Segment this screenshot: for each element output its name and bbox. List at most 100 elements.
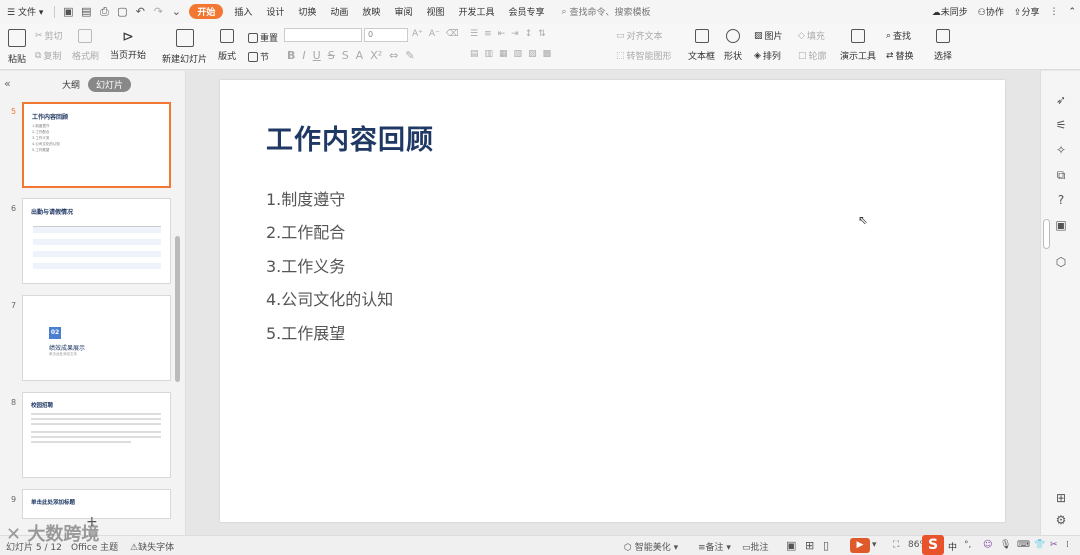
clear-format-icon[interactable]: ⌫ (446, 29, 459, 39)
animation-icon[interactable]: ✧ (1054, 143, 1068, 157)
share-button[interactable]: ⇪分享 (1014, 5, 1040, 18)
slide-list-item[interactable]: 3.工作义务 (266, 253, 345, 277)
slide[interactable]: 工作内容回顾 1.制度遵守 2.工作配合 3.工作义务 4.公司文化的认知 5.… (220, 80, 1005, 522)
outline-button[interactable]: □ 轮廓 (798, 49, 827, 63)
new-slide-button[interactable]: 新建幻灯片 (162, 29, 207, 65)
tab-transition[interactable]: 切换 (291, 5, 323, 18)
fit-window-icon[interactable]: ⛶ (893, 540, 899, 550)
font-name-input[interactable] (284, 28, 362, 42)
collab-button[interactable]: ⚇协作 (978, 5, 1004, 18)
superscript-icon[interactable]: X² (370, 49, 382, 62)
redo-icon[interactable]: ↷ (151, 5, 165, 19)
shape-button[interactable]: 形状 (724, 29, 742, 62)
fill-button[interactable]: ◇ 填充 (798, 29, 825, 43)
numbering-icon[interactable]: ≡ (484, 29, 492, 39)
tab-slides[interactable]: 幻灯片 (88, 77, 132, 92)
italic-icon[interactable]: I (302, 49, 305, 62)
gallery-icon[interactable]: ▣ (1054, 218, 1068, 232)
distribute-icon[interactable]: ▨ (528, 49, 537, 59)
notes-button[interactable]: ≡备注 ▾ (698, 540, 731, 553)
settings-icon[interactable]: ⚙ (1054, 513, 1068, 527)
slide-thumbnail[interactable]: 02 绩效成果展示 单击此处添加文本 (22, 295, 171, 381)
undo-icon[interactable]: ↶ (133, 5, 147, 19)
tab-member[interactable]: 会员专享 (501, 5, 551, 18)
print-icon[interactable]: ⎙ (97, 5, 111, 19)
adjust-icon[interactable]: ⚟ (1054, 118, 1068, 132)
customize-dropdown-icon[interactable]: ⌄ (169, 5, 183, 19)
slide-thumbnail[interactable]: 工作内容回顾 1.制度遵守 2.工作配合 3.工作义务 4.公司文化的认知 5.… (22, 102, 171, 188)
play-dropdown-icon[interactable]: ▾ (872, 540, 877, 550)
textbox-button[interactable]: 文本框 (688, 29, 715, 62)
panel-scrollbar[interactable] (175, 236, 180, 382)
replace-button[interactable]: ⇄ 替换 (886, 49, 914, 63)
slide-list-item[interactable]: 1.制度遵守 (266, 186, 345, 210)
emoji-icon[interactable]: ☺ (983, 540, 992, 550)
cube-icon[interactable]: ⬡ (1054, 255, 1068, 269)
columns-icon[interactable]: ▩ (543, 49, 552, 59)
tab-design[interactable]: 设计 (259, 5, 291, 18)
presenter-tools-button[interactable]: 演示工具 (840, 29, 876, 62)
comments-button[interactable]: ▭批注 (742, 540, 769, 553)
tab-insert[interactable]: 插入 (227, 5, 259, 18)
layout-button[interactable]: 版式 (218, 29, 236, 62)
voice-icon[interactable]: 🎙 (1000, 540, 1011, 550)
section-button[interactable]: 节 (248, 50, 269, 63)
align-center-icon[interactable]: ▥ (485, 49, 494, 59)
font-size-input[interactable]: 0 (364, 28, 408, 42)
bullets-icon[interactable]: ☰ (470, 29, 478, 39)
rocket-icon[interactable]: ➶ (1054, 93, 1068, 107)
ime-menu-icon[interactable]: ⁞ (1066, 540, 1069, 550)
toolbox-icon[interactable]: ✂ (1050, 540, 1058, 550)
punctuation-icon[interactable]: °, (964, 540, 971, 550)
missing-font-status[interactable]: ⚠缺失字体 (130, 540, 174, 553)
increase-indent-icon[interactable]: ⇥ (511, 29, 519, 39)
arrange-button[interactable]: ◈ 排列 (754, 49, 781, 63)
collapse-panel-icon[interactable]: « (4, 77, 11, 90)
slide-thumbnail[interactable]: 出勤与请假情况 (22, 198, 171, 284)
ime-language[interactable]: 中 (948, 540, 957, 553)
sogou-ime-logo[interactable]: S (922, 535, 944, 555)
format-painter-button[interactable]: 格式刷 (72, 49, 99, 62)
more-icon[interactable]: ⋮ (1049, 7, 1058, 17)
slide-list-item[interactable]: 5.工作展望 (266, 320, 345, 344)
beautify-button[interactable]: ⬡ 智能美化 ▾ (624, 540, 678, 553)
transition-icon[interactable]: ⧉ (1054, 168, 1068, 182)
bold-icon[interactable]: B (287, 49, 295, 62)
file-menu[interactable]: ☰ 文件 ▾ (0, 5, 50, 18)
keyboard-icon[interactable]: ⌨ (1017, 540, 1030, 550)
play-slideshow-button[interactable]: ▶ (850, 538, 870, 553)
tab-slideshow[interactable]: 放映 (355, 5, 387, 18)
decrease-indent-icon[interactable]: ⇤ (498, 29, 506, 39)
shadow-text-icon[interactable]: S (342, 49, 349, 62)
picture-button[interactable]: ▨ 图片 (754, 29, 783, 43)
align-text-button[interactable]: ▭ 对齐文本 (616, 29, 663, 43)
strikethrough-icon[interactable]: S (328, 49, 335, 62)
play-from-current-button[interactable]: ⊳ 当页开始 (110, 29, 146, 61)
tab-developer[interactable]: 开发工具 (451, 5, 501, 18)
tab-review[interactable]: 审阅 (387, 5, 419, 18)
font-color-icon[interactable]: A (356, 49, 364, 62)
slide-title[interactable]: 工作内容回顾 (266, 118, 434, 157)
print-preview-icon[interactable]: ▢ (115, 5, 129, 19)
highlight-icon[interactable]: ✎ (405, 49, 414, 62)
tab-view[interactable]: 视图 (419, 5, 451, 18)
cut-button[interactable]: ✂ 剪切 (35, 29, 63, 43)
skin-icon[interactable]: 👕 (1034, 540, 1045, 550)
align-right-icon[interactable]: ▦ (499, 49, 508, 59)
slide-thumbnail[interactable]: 校园招聘 (22, 392, 171, 478)
sorter-view-icon[interactable]: ⊞ (805, 539, 814, 552)
justify-icon[interactable]: ▧ (514, 49, 523, 59)
sync-status[interactable]: ☁未同步 (932, 5, 968, 18)
paste-button[interactable]: 粘贴 (8, 29, 26, 65)
slide-list-item[interactable]: 2.工作配合 (266, 219, 345, 243)
decrease-font-icon[interactable]: A⁻ (429, 29, 440, 39)
find-button[interactable]: ⌕ 查找 (886, 29, 911, 43)
slide-list-item[interactable]: 4.公司文化的认知 (266, 286, 393, 310)
line-spacing-icon[interactable]: ↕ (525, 29, 533, 39)
text-direction-icon[interactable]: ⇅ (538, 29, 546, 39)
reset-button[interactable]: 重置 (248, 31, 278, 44)
increase-font-icon[interactable]: A⁺ (412, 29, 423, 39)
save-icon[interactable]: ▣ (61, 5, 75, 19)
align-left-icon[interactable]: ▤ (470, 49, 479, 59)
normal-view-icon[interactable]: ▣ (786, 539, 796, 552)
